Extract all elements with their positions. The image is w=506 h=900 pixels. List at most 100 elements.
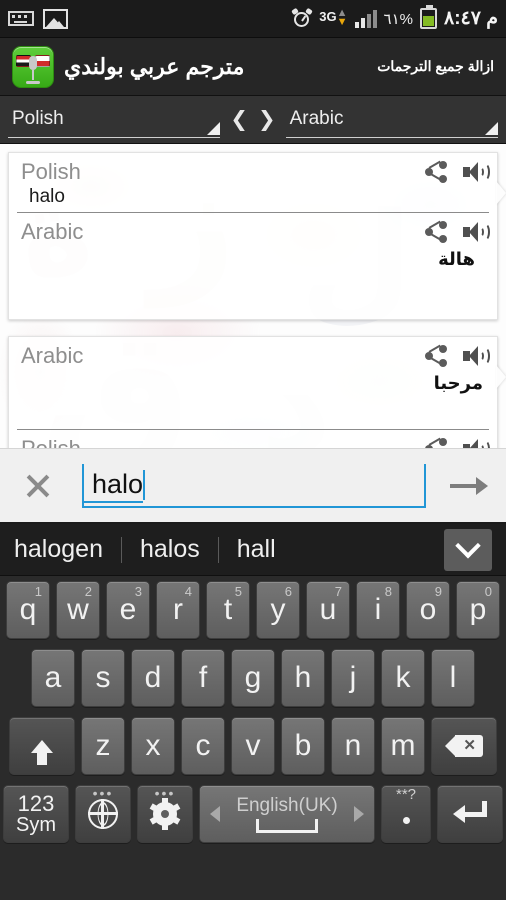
key-u[interactable]: 7u (306, 581, 350, 639)
key-label: m (390, 729, 416, 762)
share-icon[interactable] (425, 220, 447, 243)
keyboard-settings-key[interactable]: ••• (137, 785, 193, 843)
key-t[interactable]: 5t (206, 581, 250, 639)
source-language-spinner[interactable]: Polish (8, 102, 221, 138)
key-b[interactable]: b (281, 717, 325, 775)
key-h[interactable]: h (281, 649, 325, 707)
card-source-language: Polish (21, 159, 81, 184)
input-bar: halo (0, 448, 506, 524)
key-i[interactable]: 8i (356, 581, 400, 639)
phone-screen: 3G ▲ ▼ ٦١% م ٨:٤٧ مترجم عربي بولندي ازال… (0, 0, 506, 900)
card-target-language: Polish (21, 436, 479, 448)
backspace-key[interactable]: ✕ (431, 717, 497, 775)
key-label: t (223, 593, 233, 626)
key-label: x (145, 729, 161, 762)
shift-up-arrow-icon (31, 739, 53, 765)
key-v[interactable]: v (231, 717, 275, 775)
key-label: p (469, 593, 487, 626)
keyboard-row-2: a s d f g h j k l (0, 644, 506, 712)
app-logo-icon (12, 45, 54, 88)
key-label: c (195, 729, 211, 762)
card-target-section: Polish (17, 429, 490, 448)
status-clock: م ٨:٤٧ (444, 8, 498, 29)
keyboard-icon (8, 11, 34, 26)
swap-languages-control[interactable]: ❮ ❯ (224, 109, 281, 130)
suggestion-item[interactable]: hall (219, 535, 294, 564)
page-title: مترجم عربي بولندي (64, 53, 245, 79)
key-label: s (95, 661, 111, 694)
card-source-section: Polish halo (9, 153, 497, 212)
period-key[interactable]: **? (381, 785, 431, 843)
translate-input-value: halo (84, 467, 144, 503)
language-selector-row: Polish ❮ ❯ Arabic (0, 96, 506, 144)
key-n[interactable]: n (331, 717, 375, 775)
space-bar-icon (256, 819, 318, 833)
key-z[interactable]: z (81, 717, 125, 775)
card-target-language: Arabic (21, 219, 84, 244)
key-x[interactable]: x (131, 717, 175, 775)
key-number: 3 (134, 584, 142, 599)
key-w[interactable]: 2w (56, 581, 100, 639)
status-bar-right: 3G ▲ ▼ ٦١% م ٨:٤٧ (291, 5, 498, 30)
chevron-left-icon[interactable]: ❮ (230, 109, 248, 130)
key-label: o (419, 593, 437, 626)
status-bar: 3G ▲ ▼ ٦١% م ٨:٤٧ (0, 0, 506, 38)
backspace-icon: ✕ (445, 735, 483, 757)
key-s[interactable]: s (81, 649, 125, 707)
card-source-text: مرحبا (433, 373, 483, 394)
key-o[interactable]: 9o (406, 581, 450, 639)
key-a[interactable]: a (31, 649, 75, 707)
key-l[interactable]: l (431, 649, 475, 707)
chevron-down-icon[interactable] (444, 528, 492, 571)
target-language-spinner[interactable]: Arabic (285, 102, 499, 138)
key-d[interactable]: d (131, 649, 175, 707)
key-r[interactable]: 4r (156, 581, 200, 639)
key-g[interactable]: g (231, 649, 275, 707)
space-key[interactable]: English(UK) (199, 785, 375, 843)
clear-all-translations-button[interactable]: ازالة جميع الترجمات (377, 58, 494, 75)
key-f[interactable]: f (181, 649, 225, 707)
share-icon[interactable] (425, 437, 447, 448)
on-screen-keyboard: halogen halos hall 1q 2w 3e 4r 5t 6y 7u … (0, 524, 506, 900)
translation-card[interactable]: Arabic مرحبا Polish (8, 336, 498, 448)
symbols-key[interactable]: 123 Sym (3, 785, 69, 843)
key-y[interactable]: 6y (256, 581, 300, 639)
share-icon[interactable] (425, 160, 447, 183)
translation-card[interactable]: Polish halo Arabic هالة (8, 152, 498, 320)
battery-icon (420, 5, 437, 29)
key-label: r (173, 593, 183, 626)
chevron-right-icon[interactable]: ❯ (258, 109, 276, 130)
key-label: b (294, 729, 312, 762)
language-switch-key[interactable]: ••• (75, 785, 131, 843)
shift-key[interactable] (9, 717, 75, 775)
target-language-label: Arabic (289, 108, 344, 129)
submit-translate-button[interactable] (450, 471, 488, 501)
key-e[interactable]: 3e (106, 581, 150, 639)
symbols-key-line1: 123 (17, 790, 55, 816)
key-label: z (95, 729, 111, 762)
prev-language-arrow-icon[interactable] (210, 806, 220, 822)
enter-key[interactable] (437, 785, 503, 843)
key-number: 2 (84, 584, 92, 599)
key-label: q (19, 593, 37, 626)
key-q[interactable]: 1q (6, 581, 50, 639)
suggestion-item[interactable]: halogen (14, 535, 121, 564)
key-c[interactable]: c (181, 717, 225, 775)
key-m[interactable]: m (381, 717, 425, 775)
translate-input-field[interactable]: halo (82, 463, 426, 508)
clear-input-button[interactable] (22, 470, 54, 502)
speaker-icon[interactable] (463, 162, 490, 182)
key-p[interactable]: 0p (456, 581, 500, 639)
key-number: 1 (34, 584, 42, 599)
card-target-actions (425, 437, 490, 448)
translation-list[interactable]: ة ز ل ق د Polish halo Arabic هالة (0, 144, 506, 448)
speaker-icon[interactable] (463, 439, 490, 448)
key-k[interactable]: k (381, 649, 425, 707)
speaker-icon[interactable] (463, 222, 490, 242)
next-language-arrow-icon[interactable] (354, 806, 364, 822)
share-icon[interactable] (425, 344, 447, 367)
suggestion-item[interactable]: halos (122, 535, 218, 564)
key-j[interactable]: j (331, 649, 375, 707)
speaker-icon[interactable] (463, 346, 490, 366)
key-number: 7 (334, 584, 342, 599)
